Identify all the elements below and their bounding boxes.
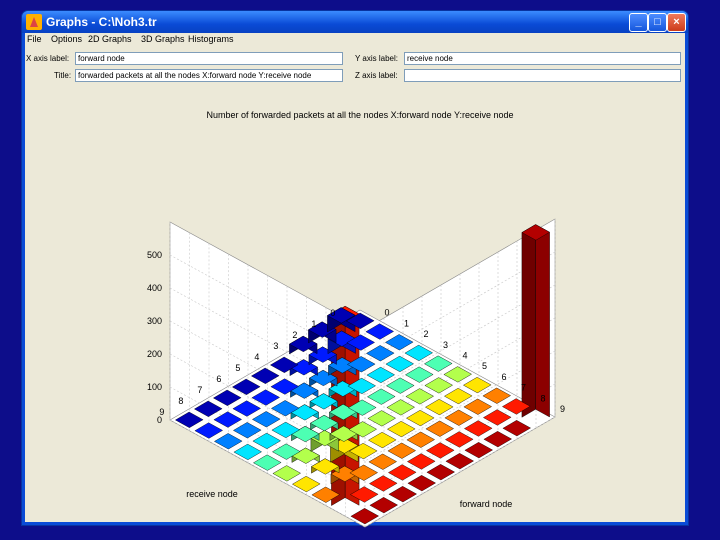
- y-tick-label: 8: [178, 396, 183, 406]
- bar-face-front-right: [535, 224, 550, 418]
- x-tick-label: 4: [463, 350, 468, 360]
- y-tick-label: 0: [330, 308, 335, 318]
- z-tick-label: 200: [147, 349, 162, 359]
- y-tick-label: 1: [311, 319, 316, 329]
- z-tick-label: 300: [147, 316, 162, 326]
- y-tick-label: 6: [216, 374, 221, 384]
- chart-title: Number of forwarded packets at all the n…: [206, 110, 513, 120]
- x-tick-label: 2: [424, 329, 429, 339]
- y-tick-label: 2: [292, 330, 297, 340]
- z-tick-label: 500: [147, 250, 162, 260]
- x-tick-label: 0: [385, 308, 390, 318]
- x-tick-label: 6: [502, 372, 507, 382]
- x-axis-title: forward node: [460, 499, 513, 509]
- x-tick-label: 5: [482, 361, 487, 371]
- x-tick-label: 9: [560, 404, 565, 414]
- z-tick-label: 0: [157, 415, 162, 425]
- y-tick-label: 7: [197, 385, 202, 395]
- x-tick-label: 3: [443, 340, 448, 350]
- y-tick-label: 3: [273, 341, 278, 351]
- x-tick-label: 8: [541, 393, 546, 403]
- z-tick-label: 400: [147, 283, 162, 293]
- y-tick-label: 5: [235, 363, 240, 373]
- x-tick-label: 1: [404, 318, 409, 328]
- y-tick-label: 4: [254, 352, 259, 362]
- bar3d-plot: Number of forwarded packets at all the n…: [147, 110, 565, 528]
- x-tick-label: 7: [521, 383, 526, 393]
- z-tick-label: 100: [147, 382, 162, 392]
- y-axis-title: receive node: [186, 489, 238, 499]
